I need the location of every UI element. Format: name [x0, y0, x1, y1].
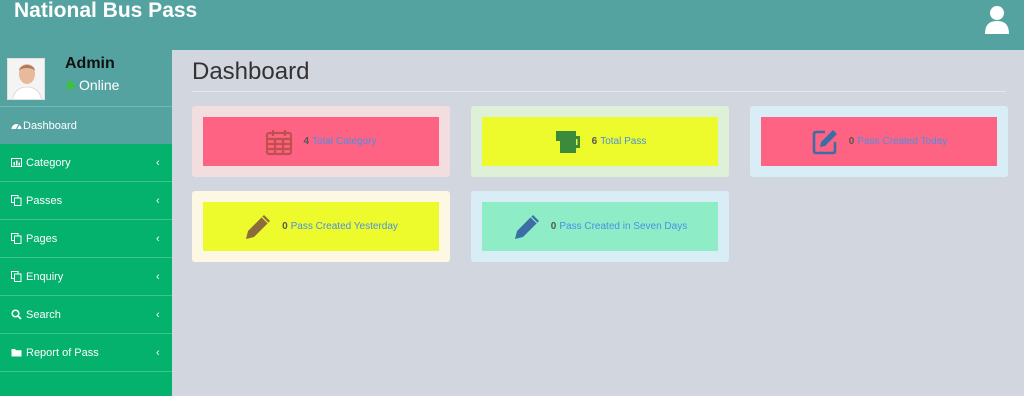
card-label[interactable]: Pass Created Yesterday: [291, 221, 398, 232]
sidebar-item-passes[interactable]: Passes ‹: [0, 182, 172, 220]
chevron-left-icon[interactable]: ‹: [156, 157, 160, 169]
chevron-left-icon[interactable]: ‹: [156, 309, 160, 321]
chevron-left-icon[interactable]: ‹: [156, 347, 160, 359]
card-inner: 0 Pass Created Today: [761, 117, 997, 166]
sidebar-item-enquiry[interactable]: Enquiry ‹: [0, 258, 172, 296]
card-pass-created-today[interactable]: 0 Pass Created Today: [750, 106, 1008, 177]
card-count: 0: [550, 220, 557, 232]
sidebar-item-label: Dashboard: [23, 119, 77, 132]
card-label[interactable]: Total Category: [312, 136, 376, 147]
card-inner: 4 Total Category: [203, 117, 439, 166]
sidebar-item-category[interactable]: Category ‹: [0, 144, 172, 182]
user-icon[interactable]: [984, 5, 1010, 35]
copy-icon: [11, 195, 22, 206]
dashboard-icon: [11, 124, 22, 130]
sidebar-item-label: Pages: [26, 232, 58, 245]
search-icon: [11, 309, 22, 320]
card-label[interactable]: Pass Created in Seven Days: [559, 221, 687, 232]
sidebar-item-search[interactable]: Search ‹: [0, 296, 172, 334]
pencil-icon: [514, 214, 539, 239]
user-status-label: Online: [79, 77, 120, 93]
card-total-pass[interactable]: 6 Total Pass: [471, 106, 729, 177]
user-panel: Admin Online: [0, 50, 172, 106]
chevron-left-icon[interactable]: ‹: [156, 271, 160, 283]
card-inner: 0 Pass Created in Seven Days: [482, 202, 718, 251]
calendar-icon: [266, 129, 293, 155]
chart-icon: [11, 158, 22, 167]
copy-icon: [11, 271, 22, 282]
edit-icon: [812, 129, 837, 154]
folder-icon: [11, 349, 22, 357]
sidebar-item-label: Search: [26, 308, 61, 321]
chevron-left-icon[interactable]: ‹: [156, 233, 160, 245]
sidebar-item-label: Category: [26, 156, 71, 169]
sidebar-item-label: Enquiry: [26, 270, 64, 283]
page-title: Dashboard: [192, 58, 310, 85]
card-label[interactable]: Total Pass: [600, 136, 646, 147]
card-inner: 0 Pass Created Yesterday: [203, 202, 439, 251]
chevron-left-icon[interactable]: ‹: [156, 195, 160, 207]
sidebar: Admin Online Dashboard Category ‹ Passes…: [0, 50, 172, 396]
user-name: Admin: [65, 55, 115, 72]
card-total-category[interactable]: 4 Total Category: [192, 106, 450, 177]
card-count: 6: [591, 135, 598, 147]
sidebar-item-report-of-pass[interactable]: Report of Pass ‹: [0, 334, 172, 372]
app-title[interactable]: National Bus Pass: [14, 0, 197, 22]
card-pass-created-seven-days[interactable]: 0 Pass Created in Seven Days: [471, 191, 729, 262]
sidebar-item-pages[interactable]: Pages ‹: [0, 220, 172, 258]
card-count: 0: [282, 220, 288, 232]
card-inner: 6 Total Pass: [482, 117, 718, 166]
user-status: Online: [66, 77, 119, 93]
online-dot-icon: [66, 80, 75, 90]
sidebar-item-label: Passes: [26, 194, 63, 207]
divider: [192, 91, 1006, 92]
card-count: 0: [848, 135, 855, 147]
pencil-icon: [246, 214, 271, 239]
card-label[interactable]: Pass Created Today: [857, 136, 947, 147]
mug-icon: [555, 130, 580, 153]
top-navbar: National Bus Pass: [0, 0, 1024, 50]
card-pass-created-yesterday[interactable]: 0 Pass Created Yesterday: [192, 191, 450, 262]
copy-icon: [11, 233, 22, 244]
card-count: 4: [303, 135, 310, 147]
avatar: [7, 58, 45, 100]
sidebar-item-dashboard[interactable]: Dashboard: [0, 106, 172, 144]
sidebar-item-label: Report of Pass: [26, 346, 99, 359]
